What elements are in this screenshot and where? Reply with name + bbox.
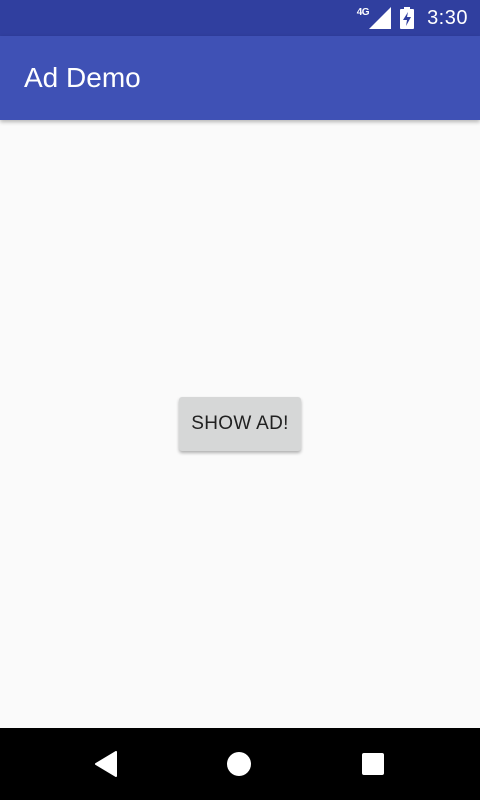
signal-icon [369, 7, 392, 29]
app-bar: Ad Demo [0, 36, 480, 120]
show-ad-button[interactable]: SHOW AD! [179, 397, 301, 451]
status-bar: 4G 3:30 [0, 0, 480, 36]
main-content: SHOW AD! [0, 120, 480, 728]
status-icons: 4G 3:30 [357, 0, 468, 36]
recents-icon [362, 753, 384, 775]
home-button[interactable] [203, 728, 275, 800]
screen: 4G 3:30 Ad Demo SHOW AD! [0, 0, 480, 800]
navigation-bar [0, 728, 480, 800]
back-icon [95, 751, 117, 777]
home-icon [227, 752, 251, 776]
battery-charging-icon [400, 7, 415, 29]
app-title: Ad Demo [24, 62, 141, 93]
recents-button[interactable] [337, 728, 409, 800]
back-button[interactable] [70, 728, 142, 800]
network-type-label: 4G [356, 6, 370, 18]
clock: 3:30 [427, 6, 468, 29]
